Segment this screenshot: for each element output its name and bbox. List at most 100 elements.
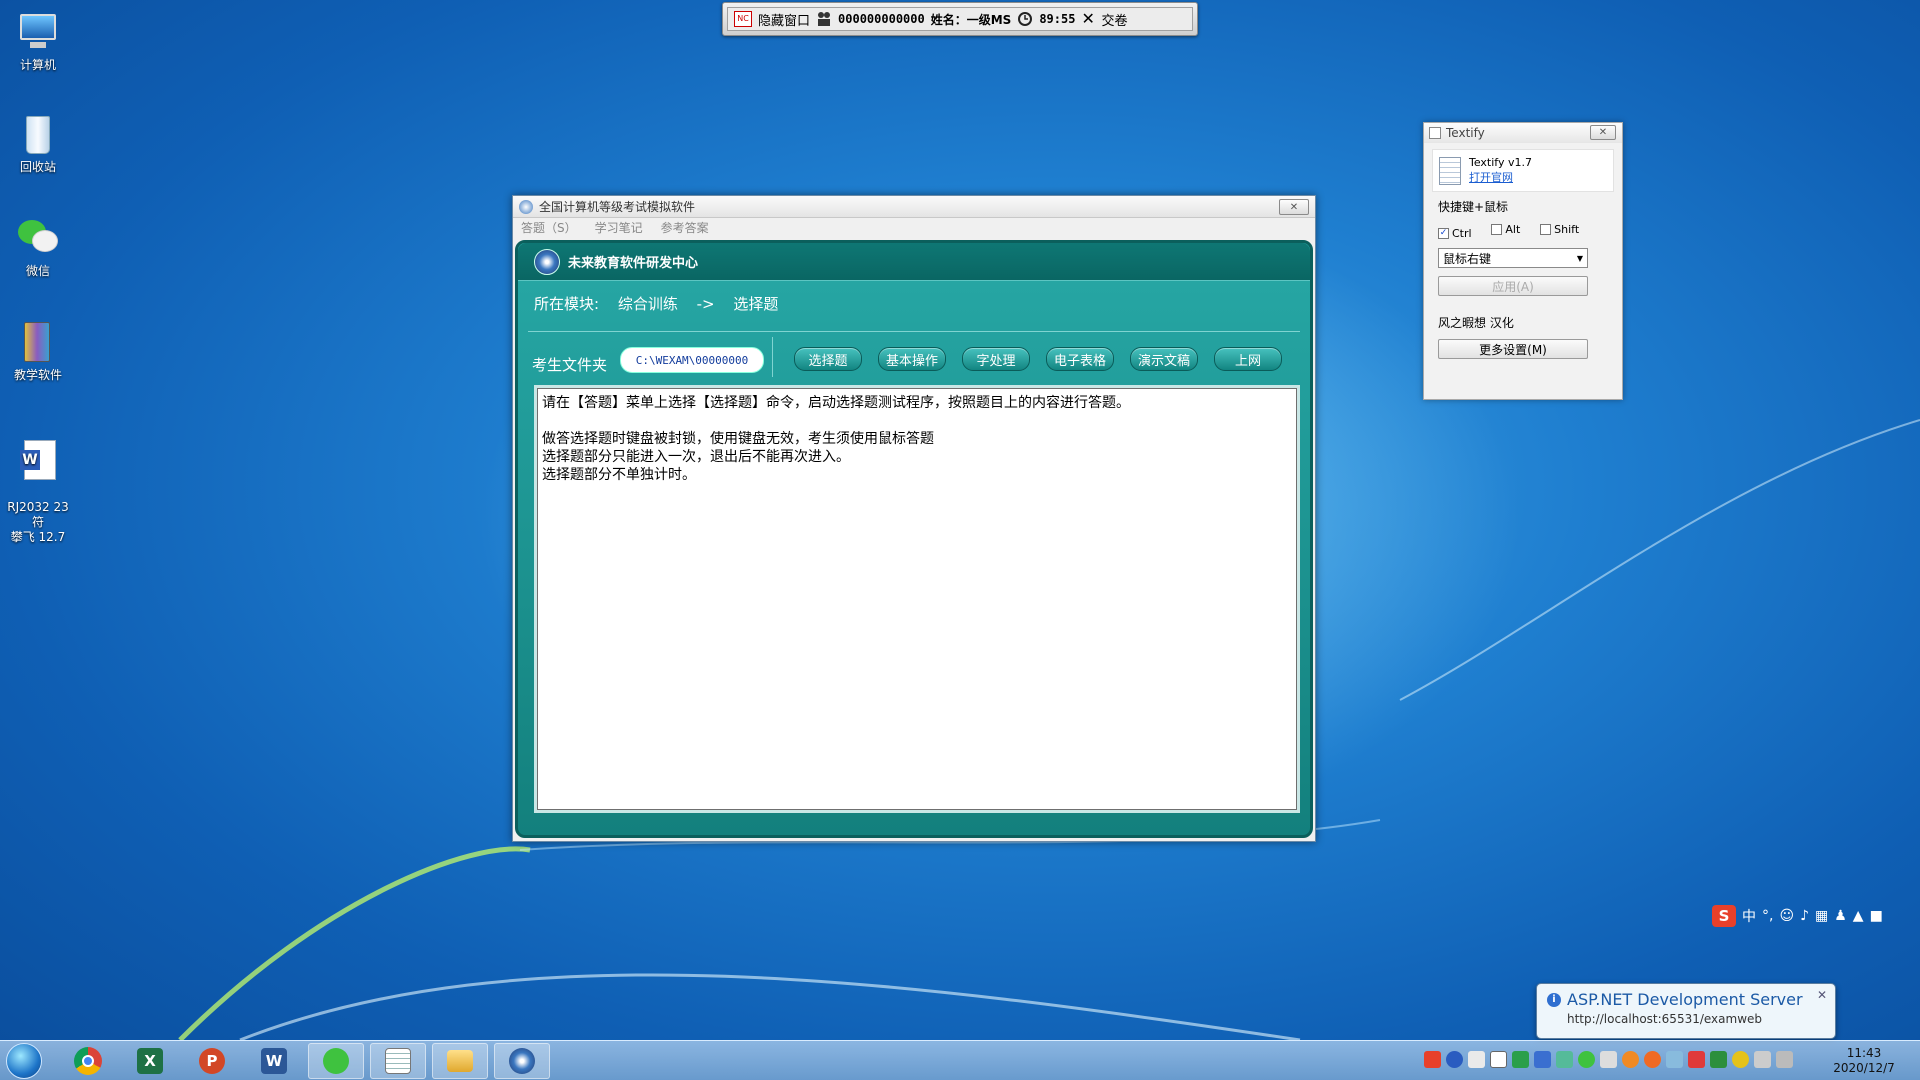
desktop-icon-computer[interactable]: 计算机	[4, 10, 72, 73]
menu-reference[interactable]: 参考答案	[661, 219, 709, 236]
notification-balloon[interactable]: i ASP.NET Development Server http://loca…	[1536, 983, 1836, 1039]
taskbar-powerpoint[interactable]: P	[184, 1043, 240, 1079]
candidate-name: 姓名：一级MS	[930, 12, 1012, 27]
keyboard-icon[interactable]: ▦	[1815, 908, 1828, 924]
textify-title: Textify	[1446, 126, 1485, 140]
skin-icon[interactable]: ▲	[1853, 908, 1864, 924]
taskbar-chrome[interactable]	[60, 1043, 116, 1079]
tab-internet[interactable]: 上网	[1214, 347, 1282, 371]
window-title: 全国计算机等级考试模拟软件	[539, 200, 696, 214]
close-button[interactable]: ✕	[1279, 199, 1309, 215]
tab-basic-ops[interactable]: 基本操作	[878, 347, 946, 371]
cloud-icon[interactable]	[1666, 1051, 1683, 1068]
ctrl-label: Ctrl	[1452, 227, 1472, 240]
open-website-link[interactable]: 打开官网	[1469, 169, 1532, 185]
balloon-title: ASP.NET Development Server	[1567, 990, 1803, 1009]
textify-titlebar[interactable]: Textify ✕	[1424, 123, 1622, 143]
antivirus-icon[interactable]	[1732, 1051, 1749, 1068]
taskbar-wechat[interactable]	[308, 1043, 364, 1079]
taskbar-notepad[interactable]	[370, 1043, 426, 1079]
menu-answer[interactable]: 答题（S）	[521, 219, 577, 236]
exam-window-titlebar[interactable]: 全国计算机等级考试模拟软件 ✕	[513, 196, 1315, 218]
microphone-icon[interactable]: ♪	[1800, 908, 1809, 924]
punctuation-icon[interactable]: °,	[1762, 908, 1773, 924]
instruction-line: 做答选择题时键盘被封锁，使用键盘无效，考生须使用鼠标答题	[542, 431, 934, 447]
taskbar-word[interactable]: W	[246, 1043, 302, 1079]
sogou-icon[interactable]: S	[1712, 905, 1736, 927]
tab-choice[interactable]: 选择题	[794, 347, 862, 371]
user-icon[interactable]: ♟	[1834, 908, 1847, 924]
divider	[528, 331, 1300, 332]
volume-icon[interactable]	[1600, 1051, 1617, 1068]
clock-icon	[1017, 11, 1033, 27]
chrome-icon	[74, 1047, 102, 1075]
ime-mode[interactable]: 中	[1742, 906, 1756, 926]
desktop-icon-teaching-software[interactable]: 教学软件	[4, 320, 72, 383]
speaker-icon[interactable]	[1776, 1051, 1793, 1068]
help-icon[interactable]	[1446, 1051, 1463, 1068]
textify-close-button[interactable]: ✕	[1590, 125, 1616, 140]
sogou-tray-icon[interactable]	[1424, 1051, 1441, 1068]
tab-spreadsheet[interactable]: 电子表格	[1046, 347, 1114, 371]
display-icon[interactable]	[1754, 1051, 1771, 1068]
powerpoint-icon: P	[199, 1048, 225, 1074]
notepad-icon	[385, 1048, 411, 1074]
document-tray-icon[interactable]	[1490, 1051, 1507, 1068]
instruction-line: 选择题部分不单独计时。	[542, 467, 696, 483]
more-settings-button[interactable]: 更多设置(M)	[1438, 339, 1588, 359]
folder-path-button[interactable]: C:\WEXAM\00000000	[620, 347, 764, 373]
wechat-tray-icon[interactable]	[1578, 1051, 1595, 1068]
panel-header-title: 未来教育软件研发中心	[568, 256, 699, 271]
taskbar-explorer[interactable]	[432, 1043, 488, 1079]
exam-app-icon	[509, 1048, 535, 1074]
ctrl-checkbox[interactable]: ✓ Ctrl	[1438, 227, 1472, 240]
instruction-line	[542, 412, 1292, 430]
hide-window-button[interactable]: 隐藏窗口	[758, 10, 810, 29]
tab-word-processing[interactable]: 字处理	[962, 347, 1030, 371]
exam-panel: 未来教育软件研发中心 所在模块: 综合训练 -> 选择题 考生文件夹 C:\WE…	[515, 240, 1313, 838]
exam-window: 全国计算机等级考试模拟软件 ✕ 答题（S） 学习笔记 参考答案 未来教育软件研发…	[512, 195, 1316, 842]
apply-button[interactable]: 应用(A)	[1438, 276, 1588, 296]
section-tabs: 选择题 基本操作 字处理 电子表格 演示文稿 上网	[794, 347, 1282, 371]
system-clock[interactable]: 11:43 2020/12/7	[1832, 1046, 1896, 1076]
desktop-icon-word-doc[interactable]: W RJ2032 23符 攀飞 12.7	[4, 424, 72, 559]
balloon-close-icon[interactable]: ✕	[1817, 988, 1827, 1002]
instruction-line: 请在【答题】菜单上选择【选择题】命令，启动选择题测试程序，按照题目上的内容进行答…	[542, 395, 1130, 411]
iis-icon[interactable]	[1534, 1051, 1551, 1068]
textify-version: Textify v1.7	[1469, 156, 1532, 169]
taskbar-excel[interactable]: X	[122, 1043, 178, 1079]
network-icon[interactable]	[1468, 1051, 1485, 1068]
taskbar: X P W 11:43 2020/12/7	[0, 1040, 1920, 1080]
checkbox-empty-icon	[1491, 224, 1503, 235]
clock-time: 11:43	[1846, 1046, 1882, 1060]
ncre-logo-icon: NC	[734, 11, 752, 27]
instructions-textbox[interactable]: 请在【答题】菜单上选择【选择题】命令，启动选择题测试程序，按照题目上的内容进行答…	[534, 385, 1300, 813]
menu-notes[interactable]: 学习笔记	[595, 219, 643, 236]
system-tray	[1424, 1051, 1793, 1068]
tab-presentation[interactable]: 演示文稿	[1130, 347, 1198, 371]
excel-icon: X	[137, 1048, 163, 1074]
asp-server-icon[interactable]	[1556, 1051, 1573, 1068]
submit-button[interactable]: 交卷	[1101, 10, 1127, 29]
hotkey-section: 快捷键+鼠标 ✓ Ctrl Alt Shift 鼠标右键 ▼ 应用(A) 风之暇想…	[1432, 198, 1614, 365]
security-icon[interactable]	[1512, 1051, 1529, 1068]
alt-checkbox[interactable]: Alt	[1491, 223, 1520, 236]
desktop-icon-recycle-bin[interactable]: 回收站	[4, 112, 72, 175]
desktop-icon-label: 教学软件	[13, 368, 62, 382]
alt-label: Alt	[1505, 223, 1521, 236]
instruction-line: 选择题部分只能进入一次，退出后不能再次进入。	[542, 449, 850, 465]
emoji-icon[interactable]: ☺	[1779, 908, 1794, 924]
books-icon	[16, 320, 60, 364]
taskbar-exam-app[interactable]	[494, 1043, 550, 1079]
credit-label: 风之暇想 汉化	[1438, 316, 1514, 330]
flag-icon[interactable]	[1688, 1051, 1705, 1068]
toolbox-icon[interactable]: ■	[1870, 908, 1883, 924]
shift-checkbox[interactable]: Shift	[1540, 223, 1579, 236]
module-label: 所在模块:	[534, 295, 600, 313]
qq-icon[interactable]	[1644, 1051, 1661, 1068]
desktop-icon-wechat[interactable]: 微信	[4, 216, 72, 279]
start-button[interactable]	[6, 1043, 42, 1079]
orange-app-icon[interactable]	[1622, 1051, 1639, 1068]
mouse-button-select[interactable]: 鼠标右键 ▼	[1438, 248, 1588, 268]
shield-icon[interactable]	[1710, 1051, 1727, 1068]
